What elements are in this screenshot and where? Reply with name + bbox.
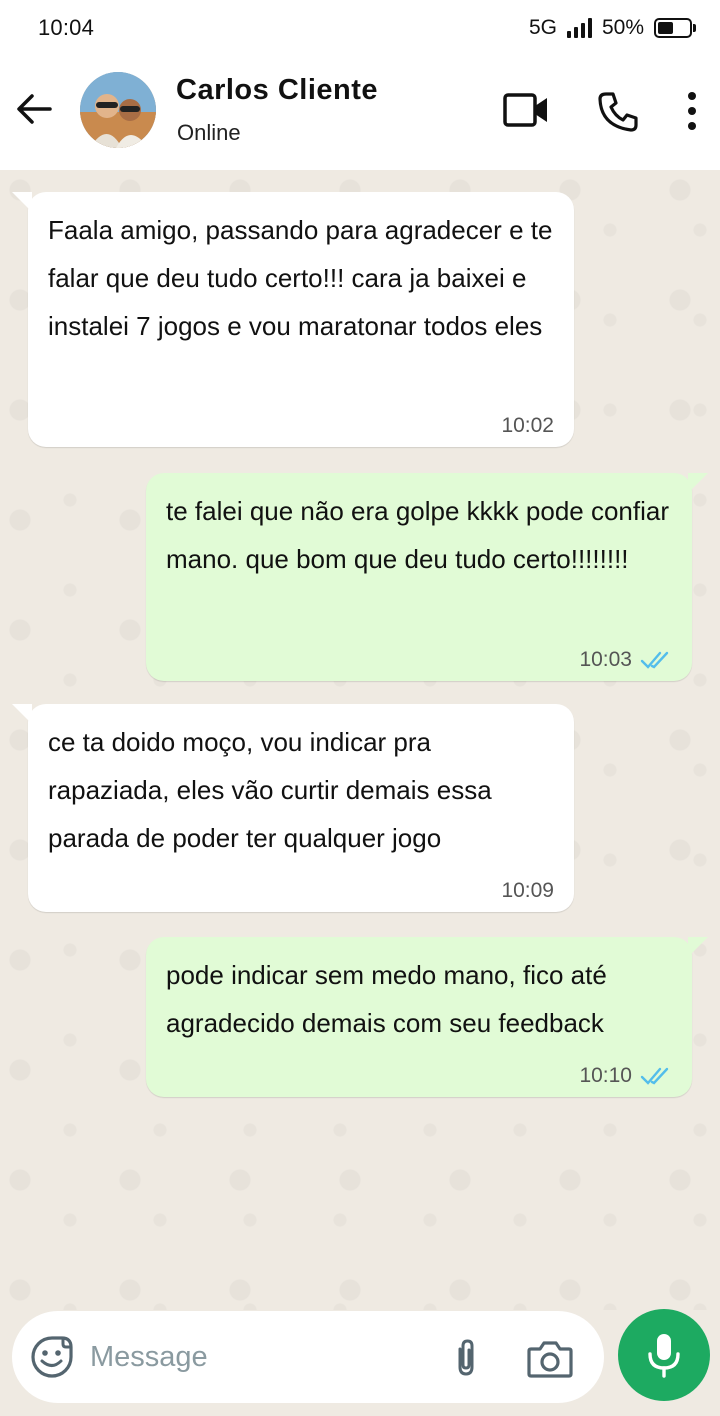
back-button[interactable] — [14, 89, 54, 129]
read-receipt-icon — [640, 1067, 669, 1085]
message-bubble-incoming[interactable]: Faala amigo, passando para agradecer e t… — [12, 192, 574, 447]
back-arrow-icon — [17, 94, 52, 124]
message-meta: 10:09 — [501, 878, 554, 904]
chat-messages[interactable]: Faala amigo, passando para agradecer e t… — [0, 170, 720, 1310]
emoji-button[interactable] — [30, 1335, 74, 1384]
battery-icon — [654, 18, 696, 38]
emoji-icon — [31, 1336, 73, 1378]
message-bubble-outgoing[interactable]: pode indicar sem medo mano, fico até agr… — [146, 937, 708, 1097]
message-time: 10:09 — [501, 879, 554, 902]
message-meta: 10:02 — [501, 413, 554, 439]
message-text: pode indicar sem medo mano, fico até agr… — [166, 960, 607, 1038]
network-type: 5G — [528, 16, 557, 39]
video-call-button[interactable] — [502, 90, 550, 135]
voice-call-button[interactable] — [596, 90, 640, 139]
contact-name[interactable]: Carlos Cliente — [176, 74, 378, 107]
avatar-photo — [80, 72, 156, 148]
attach-icon — [458, 1339, 474, 1376]
more-vert-icon — [688, 92, 696, 130]
chat-header: Carlos Cliente Online — [0, 56, 720, 170]
status-bar: 10:04 5G 50% — [0, 0, 720, 56]
contact-avatar[interactable] — [80, 72, 156, 148]
message-time: 10:10 — [579, 1064, 632, 1087]
video-call-icon — [503, 93, 547, 127]
more-options-button[interactable] — [680, 90, 704, 139]
camera-button[interactable] — [526, 1339, 574, 1384]
message-text: Faala amigo, passando para agradecer e t… — [48, 215, 553, 341]
message-bubble-incoming[interactable]: ce ta doido moço, vou indicar pra rapazi… — [12, 704, 574, 912]
message-time: 10:03 — [579, 648, 632, 671]
message-meta: 10:10 — [579, 1063, 672, 1089]
message-text: te falei que não era golpe kkkk pode con… — [166, 496, 670, 574]
mic-button[interactable] — [618, 1309, 710, 1401]
attach-button[interactable] — [450, 1337, 482, 1384]
chat-screen: 10:04 5G 50% Carlos Cliente Online Faala… — [0, 0, 720, 1416]
mic-icon — [648, 1334, 680, 1378]
status-time: 10:04 — [38, 15, 95, 40]
message-time: 10:02 — [501, 414, 554, 437]
phone-icon — [598, 92, 638, 132]
message-meta: 10:03 — [579, 647, 672, 673]
read-receipt-icon — [640, 651, 669, 669]
message-input[interactable] — [90, 1333, 420, 1381]
contact-status: Online — [177, 120, 241, 145]
camera-icon — [527, 1341, 573, 1378]
signal-icon — [566, 18, 592, 38]
message-composer — [12, 1311, 604, 1403]
message-text: ce ta doido moço, vou indicar pra rapazi… — [48, 727, 492, 853]
battery-percent: 50% — [601, 16, 644, 39]
status-indicators: 5G 50% — [529, 16, 696, 40]
message-bubble-outgoing[interactable]: te falei que não era golpe kkkk pode con… — [146, 473, 708, 681]
